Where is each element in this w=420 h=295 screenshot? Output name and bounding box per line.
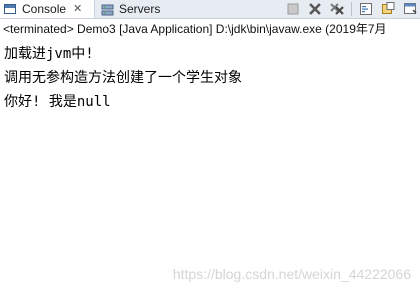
output-line: 你好! 我是null: [4, 94, 111, 110]
console-toolbar: [279, 1, 418, 17]
tab-console-label: Console: [22, 2, 67, 16]
console-output: 加载进jvm中! 调用无参构造方法创建了一个学生对象 你好! 我是null: [4, 42, 418, 114]
console-icon: [4, 3, 17, 15]
console-description: <terminated> Demo3 [Java Application] D:…: [3, 22, 387, 36]
terminate-icon[interactable]: [285, 1, 301, 17]
tab-servers-label: Servers: [119, 2, 161, 16]
tab-console[interactable]: Console ✕: [0, 0, 95, 18]
servers-icon: [101, 4, 114, 15]
pin-console-icon[interactable]: [402, 1, 418, 17]
output-line: 调用无参构造方法创建了一个学生对象: [4, 70, 242, 86]
toolbar-separator: [351, 2, 352, 16]
console-view: Console ✕ Servers <terminated> Demo3 [Ja…: [0, 0, 420, 295]
watermark: https://blog.csdn.net/weixin_44222066: [172, 266, 411, 282]
tab-servers[interactable]: Servers: [96, 0, 176, 18]
scroll-lock-icon[interactable]: [358, 1, 374, 17]
word-wrap-icon[interactable]: [380, 1, 396, 17]
remove-launch-icon[interactable]: [307, 1, 323, 17]
output-line: 加载进jvm中!: [4, 46, 94, 62]
remove-all-icon[interactable]: [329, 1, 345, 17]
view-tab-bar: Console ✕ Servers: [0, 0, 420, 19]
close-icon[interactable]: ✕: [73, 3, 82, 15]
